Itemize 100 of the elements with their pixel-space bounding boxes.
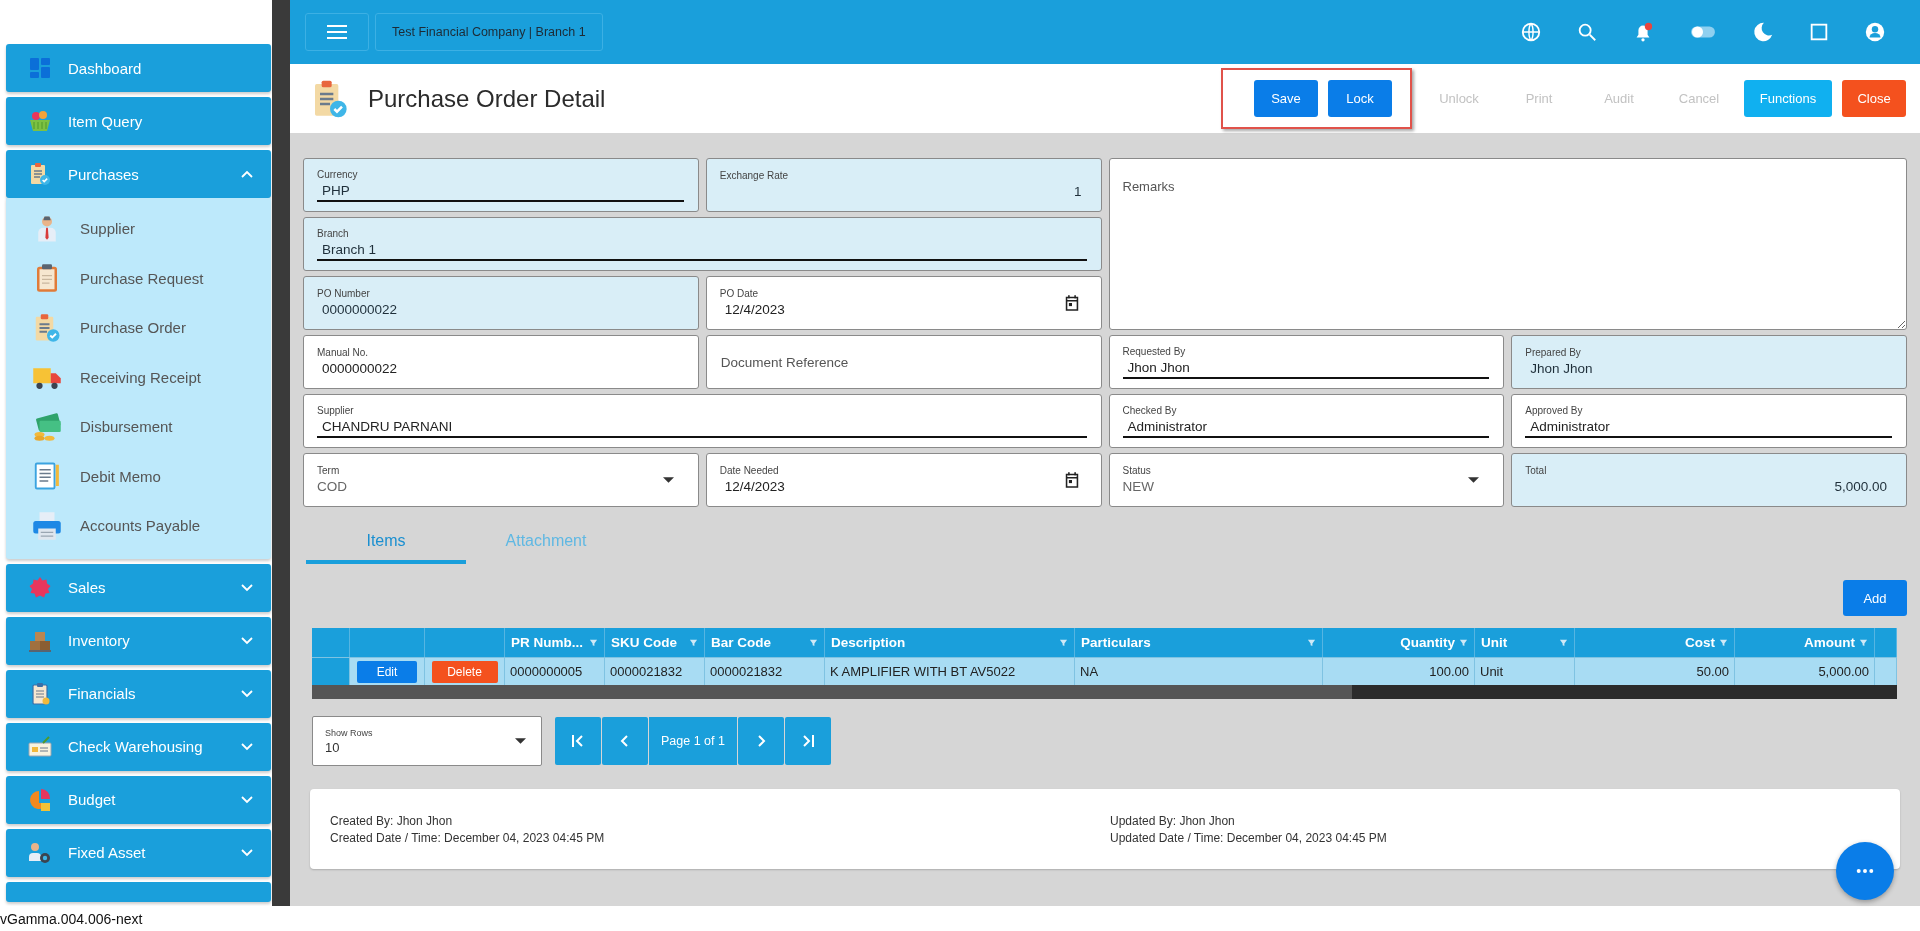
more-button[interactable] [1836, 842, 1894, 900]
audit-text: Updated Date / Time: December 04, 2023 04:45 PM [1110, 830, 1388, 845]
table-cell: 0000021832 [705, 657, 825, 685]
last-page-icon [800, 734, 815, 748]
sidebar-item[interactable]: Fixed Asset [6, 828, 271, 877]
input-field[interactable]: Requested By Jhon Jhon [1108, 335, 1505, 389]
input-field[interactable]: Approved By Administrator [1511, 394, 1907, 448]
chevron-down-icon [241, 583, 253, 592]
sidebar-item[interactable]: Sales [6, 563, 271, 612]
input-field[interactable]: Exchange Rate 1 [705, 158, 1102, 212]
filter-icon[interactable] [1719, 638, 1728, 647]
sidebar-item[interactable]: Check Warehousing [6, 722, 271, 771]
table-cell: 50.00 [1575, 657, 1735, 685]
input-field[interactable]: PO Number 0000000022 [303, 276, 699, 330]
next-page-button[interactable] [737, 717, 784, 765]
company-button[interactable]: Test Financial Company | Branch 1 [375, 13, 603, 51]
search-icon[interactable] [1576, 21, 1598, 43]
more-icon [1856, 868, 1874, 874]
calendar-icon [1064, 295, 1079, 311]
menu-icon [327, 25, 347, 39]
table-cell [1875, 657, 1897, 685]
add-button[interactable]: Add [1843, 580, 1907, 616]
sidebar-item[interactable]: Financials [6, 669, 271, 718]
row-header[interactable] [312, 657, 350, 685]
chevron-down-icon [241, 689, 253, 698]
badge-icon [28, 575, 52, 600]
sidebar-item[interactable]: Budget [6, 775, 271, 824]
clipboard-check-icon [28, 162, 52, 186]
select-field[interactable]: Status NEW [1108, 453, 1505, 507]
moon-icon[interactable] [1752, 21, 1774, 43]
calendar-icon [1064, 472, 1079, 488]
printer-icon [32, 510, 62, 541]
filter-icon[interactable] [1307, 638, 1316, 647]
cheque-icon [28, 734, 52, 759]
audit-text: Created Date / Time: December 04, 2023 04:45 PM [330, 830, 606, 845]
filter-icon[interactable] [1559, 638, 1568, 647]
date-field[interactable]: PO Date 12/4/2023 [705, 276, 1102, 330]
table-cell: 100.00 [1323, 657, 1475, 685]
sidebar-item[interactable]: Dashboard [6, 44, 271, 92]
money-icon [32, 411, 62, 442]
chevron-down-icon [241, 848, 253, 857]
table-cell: Unit [1475, 657, 1575, 685]
input-field[interactable]: Manual No. 0000000022 [303, 335, 699, 389]
remarks-field[interactable]: Remarks [1108, 158, 1907, 330]
action-button[interactable]: Lock [1328, 80, 1392, 117]
menu-button[interactable] [305, 13, 369, 51]
filter-icon[interactable] [1859, 638, 1868, 647]
sidebar-item[interactable] [6, 881, 271, 902]
page-title: Purchase Order Detail [368, 84, 606, 113]
select-field[interactable]: Term COD [303, 453, 699, 507]
table-cell: NA [1075, 657, 1323, 685]
tab[interactable]: Items [306, 521, 466, 564]
table-cell: 0000000005 [505, 657, 605, 685]
sidebar-item[interactable]: Item Query [6, 97, 271, 145]
last-page-button[interactable] [784, 717, 831, 765]
grid-icon [28, 56, 52, 80]
first-page-button[interactable] [555, 717, 601, 765]
audit-text: Updated By: Jhon Jhon [1110, 813, 1236, 828]
input-field[interactable]: Total 5,000.00 [1511, 453, 1907, 507]
filter-icon[interactable] [589, 638, 598, 647]
submenu-item[interactable]: Accounts Payable [6, 501, 271, 551]
submenu-item[interactable]: Disbursement [6, 402, 271, 452]
caret-down-icon [515, 738, 526, 744]
submenu-item[interactable]: Supplier [6, 204, 271, 254]
page-indicator: Page 1 of 1 [649, 717, 737, 765]
input-field[interactable]: Supplier CHANDRU PARNANI [303, 394, 1102, 448]
date-field[interactable]: Date Needed 12/4/2023 [705, 453, 1102, 507]
input-field[interactable]: Branch Branch 1 [303, 217, 1102, 271]
user-icon[interactable] [1864, 21, 1886, 43]
chevron-down-icon [241, 795, 253, 804]
submenu-item[interactable]: Purchase Request [6, 253, 271, 303]
select-field[interactable]: Show Rows 10 [312, 716, 542, 766]
input-field[interactable]: Document Reference [705, 335, 1102, 389]
filter-icon[interactable] [1459, 638, 1468, 647]
audit-text: Created By: Jhon Jhon [330, 813, 454, 828]
edit-button[interactable]: Edit [357, 660, 417, 683]
input-field[interactable]: Checked By Administrator [1108, 394, 1505, 448]
table-cell: K AMPLIFIER WITH BT AV5022 [825, 657, 1075, 685]
sidebar-item[interactable]: Inventory [6, 616, 271, 665]
sidebar-item[interactable]: Purchases [6, 150, 271, 198]
fullscreen-icon[interactable] [1808, 21, 1830, 43]
action-button[interactable]: Save [1254, 80, 1318, 117]
submenu-item[interactable]: Purchase Order [6, 303, 271, 353]
action-button[interactable]: Close [1842, 80, 1906, 117]
filter-icon[interactable] [1059, 638, 1068, 647]
chevron-down-icon [241, 636, 253, 645]
input-field[interactable]: Currency PHP [303, 158, 699, 212]
table-cell: 5,000.00 [1735, 657, 1875, 685]
input-field[interactable]: Prepared By Jhon Jhon [1511, 335, 1907, 389]
first-page-icon [571, 734, 585, 748]
submenu-item[interactable]: Receiving Receipt [6, 352, 271, 402]
filter-icon[interactable] [689, 638, 698, 647]
document-icon [32, 461, 62, 492]
chevron-up-icon [241, 170, 253, 178]
scrollbar-thumb[interactable] [312, 685, 1352, 699]
action-button[interactable]: Functions [1744, 80, 1832, 117]
globe-icon[interactable] [1520, 21, 1542, 43]
delete-button[interactable]: Delete [431, 660, 498, 683]
filter-icon[interactable] [809, 638, 818, 647]
submenu-item[interactable]: Debit Memo [6, 451, 271, 501]
